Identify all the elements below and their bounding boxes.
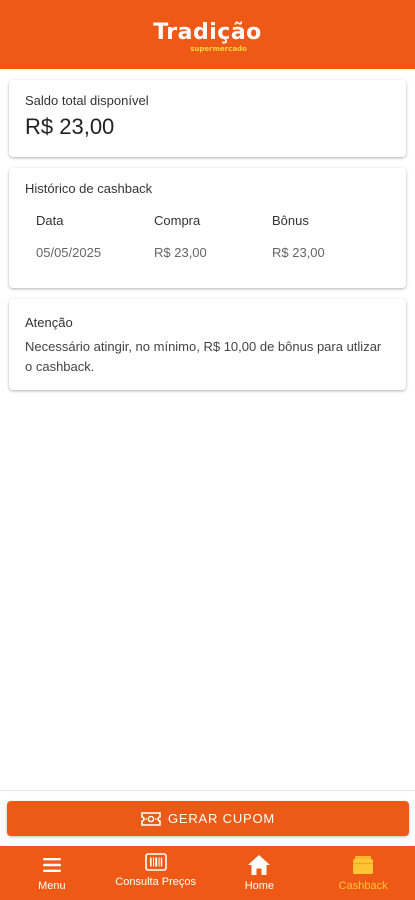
cashback-history-card: Histórico de cashback Data Compra Bônus … <box>9 168 406 288</box>
menu-icon <box>42 854 62 876</box>
nav-label-home: Home <box>244 880 275 892</box>
nav-label-menu: Menu <box>38 880 66 892</box>
ticket-icon <box>141 811 161 826</box>
history-table: Data Compra Bônus 05/05/2025 R$ 23,00 R$… <box>36 213 396 261</box>
history-title: Histórico de cashback <box>25 181 153 196</box>
brand-logo-subtitle: supermercado <box>190 45 247 53</box>
balance-card: Saldo total disponível R$ 23,00 <box>9 80 406 157</box>
generate-coupon-button[interactable]: GERAR CUPOM <box>7 801 409 836</box>
home-icon <box>247 854 271 876</box>
balance-label: Saldo total disponível <box>25 93 149 108</box>
cell-purchase: R$ 23,00 <box>154 245 207 260</box>
app-header: Tradição supermercado <box>0 0 415 69</box>
nav-item-cashback[interactable]: Cashback <box>311 846 415 900</box>
column-header-bonus: Bônus <box>272 213 309 228</box>
nav-label-cashback: Cashback <box>338 880 388 892</box>
brand-logo: Tradição <box>153 20 262 45</box>
nav-item-menu[interactable]: Menu <box>0 846 104 900</box>
nav-label-consulta-precos: Consulta Preços <box>115 876 196 888</box>
column-header-date: Data <box>36 213 64 228</box>
table-header-row: Data Compra Bônus <box>36 213 396 229</box>
nav-item-home[interactable]: Home <box>208 846 312 900</box>
barcode-icon <box>144 851 167 873</box>
wallet-icon <box>352 854 374 876</box>
generate-coupon-label: GERAR CUPOM <box>167 811 276 826</box>
cell-bonus: R$ 23,00 <box>272 245 325 260</box>
bottom-navigation: Menu Consulta Preços Home Cashback <box>0 846 415 900</box>
nav-item-consulta-precos[interactable]: Consulta Preços <box>104 846 208 900</box>
column-header-purchase: Compra <box>154 213 201 228</box>
notice-text: Necessário atingir, no mínimo, R$ 10,00 … <box>25 339 382 374</box>
notice-card: Atenção Necessário atingir, no mínimo, R… <box>9 299 406 390</box>
cell-date: 05/05/2025 <box>36 245 102 260</box>
table-row: 05/05/2025 R$ 23,00 R$ 23,00 <box>36 245 396 261</box>
balance-value: R$ 23,00 <box>25 114 115 139</box>
notice-title: Atenção <box>25 315 73 330</box>
footer-divider <box>0 790 415 791</box>
